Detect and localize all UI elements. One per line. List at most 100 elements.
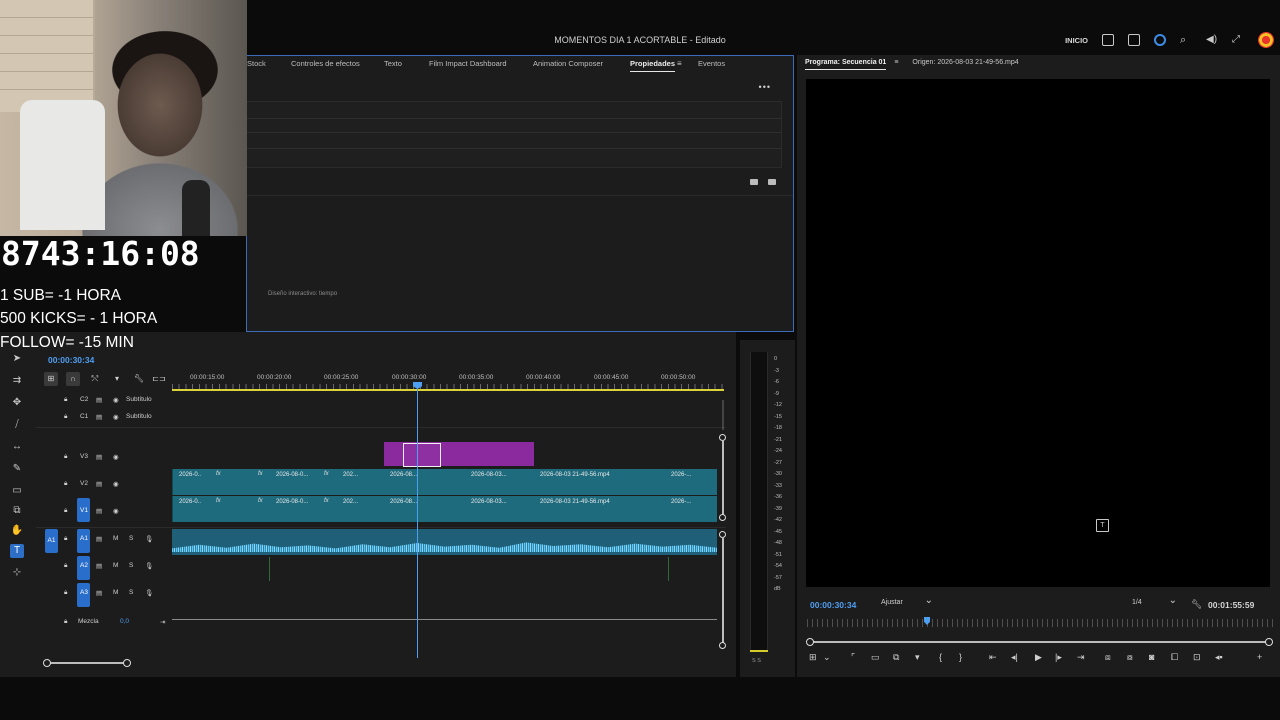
insert-icon[interactable]: ⧈ — [1105, 652, 1111, 663]
lock-icon[interactable]: 🔒︎ — [64, 507, 67, 515]
in-point-icon[interactable]: { — [939, 652, 942, 662]
program-timecode[interactable]: 00:00:30:34 — [810, 600, 856, 610]
step-back-icon[interactable]: ◂| — [1011, 652, 1018, 663]
tab-program[interactable]: Programa: Secuencia 01 — [805, 59, 887, 70]
timeline-zoom-scrollbar[interactable] — [43, 659, 131, 667]
lock-icon[interactable]: 🔒︎ — [64, 535, 67, 543]
tab-animation-composer[interactable]: Animation Composer — [533, 59, 603, 68]
workspaces-icon[interactable] — [1102, 34, 1114, 46]
overwrite-icon[interactable]: ⧇ — [1127, 652, 1133, 663]
safe-margins-icon[interactable]: ⊞ — [809, 652, 817, 663]
work-area-bar[interactable] — [172, 389, 724, 391]
sync-icon[interactable]: ▤ — [96, 396, 102, 404]
play-icon[interactable]: ▶ — [1035, 652, 1042, 663]
v3-selected-clip[interactable] — [403, 443, 441, 467]
lift-icon[interactable]: ⧉ — [893, 652, 899, 663]
multicam-icon[interactable]: ⊡ — [1193, 652, 1201, 663]
a1-audio-clip[interactable] — [172, 529, 717, 555]
lock-icon[interactable]: 🔒︎ — [64, 413, 67, 421]
tab-properties[interactable]: Propiedades — [630, 59, 676, 72]
sync-icon[interactable]: ▤ — [96, 413, 102, 421]
marker-icon[interactable]: ▾ — [915, 652, 920, 663]
progress-icon[interactable] — [1154, 34, 1166, 46]
mic-icon[interactable]: 🎙︎ — [145, 589, 153, 597]
mute-button[interactable]: M — [113, 589, 118, 596]
folder-icon[interactable] — [750, 179, 758, 185]
search-icon[interactable]: ⌕ — [1180, 34, 1192, 46]
lock-icon[interactable]: 🔒︎ — [64, 589, 67, 597]
playhead-line[interactable] — [417, 384, 418, 658]
solo-button[interactable]: S — [129, 562, 133, 569]
rectangle-tool-icon[interactable]: ▭ — [10, 484, 24, 498]
sync-icon[interactable]: ▤ — [96, 562, 102, 570]
monitor-menu-icon[interactable]: ≡ — [894, 59, 898, 66]
settings-wrench-icon[interactable]: 🔧︎ — [1191, 599, 1202, 610]
tab-source[interactable]: Origen: 2026-08-03 21-49-56.mp4 — [912, 59, 1018, 66]
add-button-icon[interactable]: + — [1257, 652, 1262, 662]
tab-text[interactable]: Texto — [384, 59, 402, 68]
mark-clip-icon[interactable]: ▭ — [871, 652, 880, 663]
audio-scrollbar[interactable] — [722, 537, 724, 643]
sync-icon[interactable]: ▤ — [96, 589, 102, 597]
eye-icon[interactable]: ◉ — [113, 396, 119, 404]
eye-icon[interactable]: ◉ — [113, 507, 119, 515]
mute-button[interactable]: M — [113, 562, 118, 569]
snap-icon[interactable]: ∩ — [66, 372, 80, 386]
solo-button[interactable]: S — [129, 589, 133, 596]
zoom-select[interactable]: Ajustar — [877, 595, 939, 611]
video-scrollbar[interactable] — [722, 440, 724, 516]
eye-icon[interactable]: ◉ — [113, 453, 119, 461]
fullscreen-icon[interactable]: ⤢ — [1232, 34, 1244, 46]
sync-icon[interactable]: ▤ — [96, 507, 102, 515]
video-scroll-knob[interactable] — [719, 514, 726, 521]
lock-icon[interactable]: 🔒︎ — [64, 453, 67, 461]
compare-icon[interactable]: ⧠ — [1171, 652, 1178, 663]
mute-button[interactable]: M — [113, 535, 118, 542]
captions-icon[interactable]: ⊏⊐ — [152, 372, 166, 386]
sync-icon[interactable]: ▤ — [96, 480, 102, 488]
sync-icon[interactable]: ▤ — [96, 535, 102, 543]
razor-tool-icon[interactable]: ⧸ — [10, 418, 24, 432]
selection-tool-icon[interactable]: ➤ — [10, 352, 24, 366]
home-button[interactable]: INICIO — [1065, 36, 1088, 45]
more-options-icon[interactable]: ••• — [759, 82, 771, 92]
mix-value[interactable]: 0,0 — [120, 618, 129, 625]
new-item-icon[interactable] — [768, 179, 776, 185]
lock-icon[interactable]: 🔒︎ — [64, 480, 67, 488]
lock-icon[interactable]: 🔒︎ — [64, 396, 67, 404]
mask-tool-icon[interactable]: ⧉ — [10, 504, 24, 518]
audio-scroll-knob[interactable] — [719, 642, 726, 649]
timeline-settings-icon[interactable]: 🔧︎ — [132, 372, 146, 386]
monitor-time-ruler[interactable] — [807, 619, 1275, 627]
v1-clip-strip[interactable]: 2026-0.. fx fx 2026-08-0... fx 202... 20… — [172, 496, 717, 522]
type-tool-icon[interactable]: T — [10, 544, 24, 558]
mic-icon[interactable]: 🎙︎ — [145, 562, 153, 570]
monitor-zoom-scrollbar[interactable] — [806, 638, 1273, 646]
add-marker-icon[interactable]: ▾ — [110, 372, 124, 386]
vertical-type-icon[interactable]: ⊹ — [10, 566, 24, 580]
tab-stock[interactable]: Stock — [247, 59, 266, 68]
caption-scrollbar[interactable] — [722, 400, 724, 430]
audio-icon[interactable]: ◂▪ — [1215, 652, 1223, 663]
share-icon[interactable] — [1128, 34, 1140, 46]
user-avatar[interactable] — [1258, 32, 1274, 48]
mic-icon[interactable]: 🎙︎ — [145, 535, 153, 543]
volume-icon[interactable]: ◀) — [1206, 34, 1218, 46]
tab-effect-controls[interactable]: Controles de efectos — [291, 59, 360, 68]
eye-icon[interactable]: ◉ — [113, 413, 119, 421]
slip-tool-icon[interactable]: ↔ — [10, 440, 24, 454]
solo-buttons[interactable]: S S — [752, 658, 761, 664]
nest-icon[interactable]: ⊞ — [44, 372, 58, 386]
step-forward-icon[interactable]: |▸ — [1055, 652, 1062, 663]
sync-icon[interactable]: ▤ — [96, 453, 102, 461]
eye-icon[interactable]: ◉ — [113, 480, 119, 488]
linked-selection-icon[interactable]: ⤲ — [88, 372, 102, 386]
program-viewer[interactable]: T — [806, 79, 1270, 587]
out-point-icon[interactable]: } — [959, 652, 962, 662]
go-to-in-icon[interactable]: ⇤ — [989, 652, 997, 663]
camera-icon[interactable]: ◙ — [1149, 652, 1154, 662]
hand-tool-icon[interactable]: ✋ — [10, 524, 24, 538]
timeline-timecode[interactable]: 00:00:30:34 — [48, 355, 94, 365]
timeline-ruler[interactable]: 00:00:15:00 00:00:20:00 00:00:25:00 00:0… — [172, 374, 724, 391]
tab-film-impact[interactable]: Film Impact Dashboard — [429, 59, 507, 68]
